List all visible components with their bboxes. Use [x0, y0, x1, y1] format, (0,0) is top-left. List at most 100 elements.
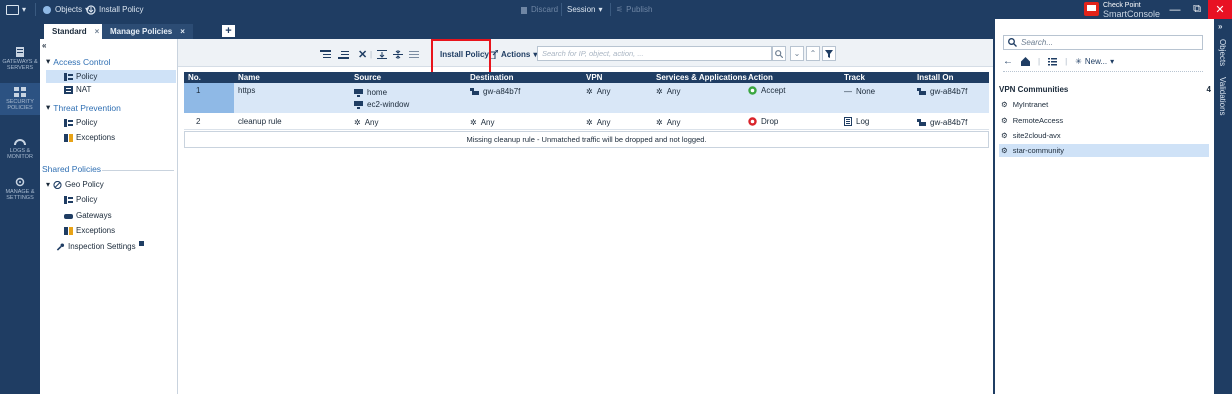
validations-side-tab[interactable]: Validations — [1218, 77, 1227, 116]
nav-geo-gateways[interactable]: Gateways — [64, 211, 112, 220]
nav-inspection-settings[interactable]: Inspection Settings — [56, 241, 144, 251]
search-button[interactable] — [772, 46, 786, 61]
col-destination[interactable]: Destination — [470, 73, 514, 82]
action-cell[interactable]: Drop — [748, 117, 778, 126]
back-arrow-icon[interactable]: ← — [1003, 56, 1013, 67]
source-cell[interactable]: ec2-window — [354, 100, 409, 109]
titlebar-install-policy-button[interactable]: Install Policy — [86, 0, 143, 19]
install-policy-icon — [86, 4, 96, 15]
table-row[interactable]: 2 cleanup rule ✲ Any ✲ Any ✲ Any ✲ Any D… — [184, 114, 989, 130]
tab-manage-policies[interactable]: Manage Policies × — [102, 24, 193, 39]
services-cell[interactable]: ✲ Any — [656, 87, 681, 96]
delete-rule-button[interactable]: ✕ — [358, 47, 367, 61]
vpn-cell[interactable]: ✲ Any — [586, 118, 611, 127]
col-track[interactable]: Track — [844, 73, 865, 82]
nav-access-policy[interactable]: Policy — [46, 70, 176, 83]
next-match-button[interactable]: ⌄ — [790, 46, 804, 61]
geo-policy-section[interactable]: ▾ Geo Policy — [46, 180, 104, 189]
objects-side-tab[interactable]: Objects — [1218, 39, 1227, 66]
col-action[interactable]: Action — [748, 73, 773, 82]
discard-button[interactable]: Discard — [520, 0, 558, 19]
home-icon[interactable] — [1021, 56, 1030, 66]
install-on-cell[interactable]: gw-a84b7f — [917, 118, 967, 127]
source-cell[interactable]: home — [354, 88, 387, 97]
track-cell[interactable]: — None — [844, 87, 875, 96]
close-icon[interactable]: × — [180, 27, 185, 36]
app-menu-button[interactable]: ▾ — [6, 0, 26, 19]
previous-match-button[interactable]: ⌃ — [806, 46, 820, 61]
object-search-placeholder: Search... — [1021, 38, 1054, 47]
nav-geo-exceptions[interactable]: Exceptions — [64, 226, 115, 235]
security-policies-button[interactable]: SECURITY POLICIES — [0, 83, 40, 115]
install-on-cell[interactable]: gw-a84b7f — [917, 87, 967, 96]
expand-sections-button[interactable] — [377, 47, 387, 61]
close-window-button[interactable]: ✕ — [1208, 0, 1232, 19]
view-options-button[interactable] — [409, 47, 419, 61]
vpn-communities-count: 4 — [1206, 85, 1211, 94]
rule-search-input[interactable]: Search for IP, object, action, ... — [537, 46, 772, 61]
delete-icon: ✕ — [358, 48, 368, 61]
log-icon — [844, 117, 852, 126]
services-cell[interactable]: ✲ Any — [656, 118, 681, 127]
chevron-down-icon: ▾ — [1110, 56, 1115, 66]
new-object-button[interactable]: ✳ New... ▾ — [1075, 57, 1114, 66]
list-item[interactable]: ⚙ star-community — [999, 144, 1209, 157]
rule-name[interactable]: https — [238, 86, 255, 95]
server-icon — [16, 47, 24, 57]
collapse-sections-button[interactable] — [393, 47, 403, 61]
logs-monitor-button[interactable]: LOGS & MONITOR — [0, 136, 40, 160]
row-number-cell[interactable] — [184, 83, 234, 113]
divider — [561, 3, 562, 16]
source-cell[interactable]: ✲ Any — [354, 118, 379, 127]
list-item[interactable]: ⚙ RemoteAccess — [999, 114, 1209, 127]
rule-name[interactable]: cleanup rule — [238, 117, 282, 126]
nav-nat[interactable]: NAT — [64, 85, 91, 94]
col-source[interactable]: Source — [354, 73, 381, 82]
collapse-panel-button[interactable]: « — [42, 41, 46, 50]
object-search-input[interactable]: Search... — [1003, 35, 1203, 50]
col-no[interactable]: No. — [188, 73, 201, 82]
tab-standard[interactable]: Standard × — [44, 24, 108, 39]
add-tab-button[interactable]: + — [222, 25, 235, 37]
drop-icon — [748, 117, 757, 126]
col-install-on[interactable]: Install On — [917, 73, 953, 82]
manage-settings-button[interactable]: MANAGE & SETTINGS — [0, 177, 40, 201]
track-cell[interactable]: Log — [844, 117, 869, 126]
actions-menu-button[interactable]: Actions ▾ — [489, 47, 537, 61]
threat-prevention-label: Threat Prevention — [53, 102, 121, 113]
filter-button[interactable] — [822, 46, 836, 61]
collapse-right-panel-icon[interactable]: » — [1218, 22, 1222, 31]
action-value: Accept — [761, 86, 786, 95]
divider: | — [1065, 56, 1068, 66]
services-value: Any — [666, 87, 681, 96]
add-rule-above-button[interactable] — [320, 47, 331, 61]
list-item[interactable]: ⚙ MyIntranet — [999, 98, 1209, 111]
action-cell[interactable]: Accept — [748, 86, 785, 95]
add-rule-below-button[interactable] — [338, 47, 349, 61]
gateways-servers-button[interactable]: GATEWAYS & SERVERS — [0, 47, 40, 71]
nav-threat-exceptions[interactable]: Exceptions — [64, 133, 115, 142]
destination-cell[interactable]: gw-a84b7f — [470, 87, 520, 96]
destination-cell[interactable]: ✲ Any — [470, 118, 495, 127]
maximize-button[interactable]: ⧉ — [1186, 0, 1208, 19]
logs-monitor-label: LOGS & MONITOR — [7, 148, 33, 160]
col-vpn[interactable]: VPN — [586, 73, 602, 82]
threat-prevention-section[interactable]: ▾ Threat Prevention — [46, 102, 121, 113]
nav-threat-policy[interactable]: Policy — [64, 118, 97, 127]
session-label: Session — [567, 5, 596, 14]
session-menu-button[interactable]: Session ▾ — [567, 0, 602, 19]
tab-manage-policies-label: Manage Policies — [110, 27, 173, 36]
col-name[interactable]: Name — [238, 73, 260, 82]
nav-geo-policy[interactable]: Policy — [64, 195, 97, 204]
publish-button[interactable]: ⚟ Publish — [616, 0, 652, 19]
list-view-icon[interactable] — [1048, 57, 1058, 66]
list-item[interactable]: ⚙ site2cloud-avx — [999, 129, 1209, 142]
close-icon[interactable]: × — [95, 27, 100, 36]
objects-menu-button[interactable]: Objects ▾ — [42, 0, 89, 19]
minimize-button[interactable]: — — [1164, 0, 1186, 19]
col-services[interactable]: Services & Applications — [656, 73, 747, 82]
table-row[interactable]: 1 https home ec2-window gw-a84b7f ✲ Any … — [184, 83, 989, 113]
vpn-cell[interactable]: ✲ Any — [586, 87, 611, 96]
nav-nat-label: NAT — [76, 85, 92, 94]
access-control-section[interactable]: ▾ Access Control — [46, 56, 110, 67]
